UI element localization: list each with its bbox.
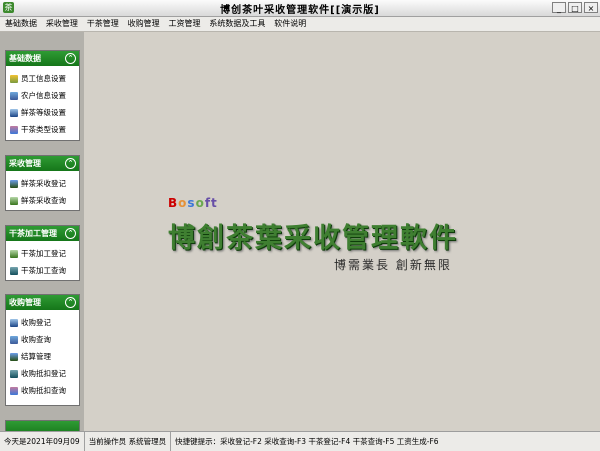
menu-purchase[interactable]: 收购管理: [125, 17, 163, 31]
menu-harvest[interactable]: 采收管理: [43, 17, 81, 31]
register-icon: [10, 249, 18, 258]
panel-header[interactable]: 基础数据 ⌃: [6, 51, 79, 66]
panel-title: 干茶加工管理: [9, 229, 57, 238]
panel-title: 收购管理: [9, 298, 41, 307]
collapse-icon[interactable]: ⌃: [65, 228, 76, 239]
sidebar: 基础数据 ⌃ 员工信息设置 农户信息设置 鲜茶等级设置 干茶类型设置 采收管理 …: [0, 32, 84, 431]
employee-icon: [10, 74, 18, 83]
maximize-button[interactable]: □: [568, 2, 582, 13]
panel-basic-data: 基础数据 ⌃ 员工信息设置 农户信息设置 鲜茶等级设置 干茶类型设置: [5, 50, 80, 141]
menu-wages[interactable]: 工资管理: [166, 17, 204, 31]
window-title: 博创茶叶采收管理软件[[演示版]: [220, 5, 380, 16]
settlement-icon: [10, 352, 18, 361]
status-shortcuts: 快捷键提示：采收登记-F2 采收查询-F3 干茶登记-F4 干茶查询-F5 工资…: [175, 437, 439, 446]
panel-header[interactable]: 干茶加工管理 ⌃: [6, 226, 79, 241]
sidebar-item-purchase-register[interactable]: 收购登记: [6, 314, 79, 331]
grade-icon: [10, 108, 18, 117]
farmer-icon: [10, 91, 18, 100]
sidebar-item-harvest-register[interactable]: 鲜茶采收登记: [6, 175, 79, 192]
title-bar: 茶 博创茶叶采收管理软件[[演示版] _ □ ×: [0, 0, 600, 17]
minimize-button[interactable]: _: [552, 2, 566, 13]
query-icon: [10, 386, 18, 395]
sidebar-item-type-settings[interactable]: 干茶类型设置: [6, 121, 79, 138]
sidebar-item-processing-register[interactable]: 干茶加工登记: [6, 245, 79, 262]
query-icon: [10, 196, 18, 205]
panel-header[interactable]: 收购管理 ⌃: [6, 295, 79, 310]
menu-dry-tea[interactable]: 干茶管理: [84, 17, 122, 31]
panel-header[interactable]: [6, 421, 79, 431]
sidebar-item-deduction-register[interactable]: 收购抵扣登记: [6, 365, 79, 382]
sidebar-item-employee-settings[interactable]: 员工信息设置: [6, 70, 79, 87]
menu-system-tools[interactable]: 系统数据及工具: [206, 17, 268, 31]
sidebar-item-grade-settings[interactable]: 鲜茶等级设置: [6, 104, 79, 121]
status-bar: 今天是2021年09月09 当前操作员 系统管理员 快捷键提示：采收登记-F2 采收…: [0, 431, 600, 451]
close-button[interactable]: ×: [584, 2, 598, 13]
collapse-icon[interactable]: ⌃: [65, 158, 76, 169]
query-icon: [10, 335, 18, 344]
brand-logo: Bosoft: [168, 196, 218, 210]
sidebar-item-processing-query[interactable]: 干茶加工查询: [6, 262, 79, 279]
status-operator: 当前操作员 系统管理员: [85, 432, 172, 451]
panel-harvest: 采收管理 ⌃ 鲜茶采收登记 鲜茶采收查询: [5, 155, 80, 211]
collapse-icon[interactable]: ⌃: [65, 297, 76, 308]
menu-help[interactable]: 软件说明: [271, 17, 309, 31]
collapse-icon[interactable]: ⌃: [65, 53, 76, 64]
menu-basic-data[interactable]: 基础数据: [0, 17, 40, 31]
sidebar-item-deduction-query[interactable]: 收购抵扣查询: [6, 382, 79, 399]
search-icon: [10, 266, 18, 275]
sidebar-item-harvest-query[interactable]: 鲜茶采收查询: [6, 192, 79, 209]
sidebar-item-settlement[interactable]: 结算管理: [6, 348, 79, 365]
panel-title: 采收管理: [9, 159, 41, 168]
panel-header[interactable]: 采收管理 ⌃: [6, 156, 79, 171]
panel-dry-tea: 干茶加工管理 ⌃ 干茶加工登记 干茶加工查询: [5, 225, 80, 281]
app-logo-title: 博創茶葉采收管理軟件: [168, 223, 458, 254]
panel-purchase: 收购管理 ⌃ 收购登记 收购查询 结算管理 收购抵扣登记 收购抵扣查询: [5, 294, 80, 406]
register-icon: [10, 318, 18, 327]
type-icon: [10, 125, 18, 134]
sidebar-item-farmer-settings[interactable]: 农户信息设置: [6, 87, 79, 104]
deduction-icon: [10, 369, 18, 378]
status-date: 今天是2021年09月09: [0, 432, 85, 451]
register-icon: [10, 179, 18, 188]
panel-title: 基础数据: [9, 54, 41, 63]
app-slogan: 博需業長 創新無限: [334, 258, 452, 272]
panel-next-partial: [5, 420, 80, 431]
menu-bar: 基础数据 采收管理 干茶管理 收购管理 工资管理 系统数据及工具 软件说明: [0, 17, 600, 32]
sidebar-item-purchase-query[interactable]: 收购查询: [6, 331, 79, 348]
